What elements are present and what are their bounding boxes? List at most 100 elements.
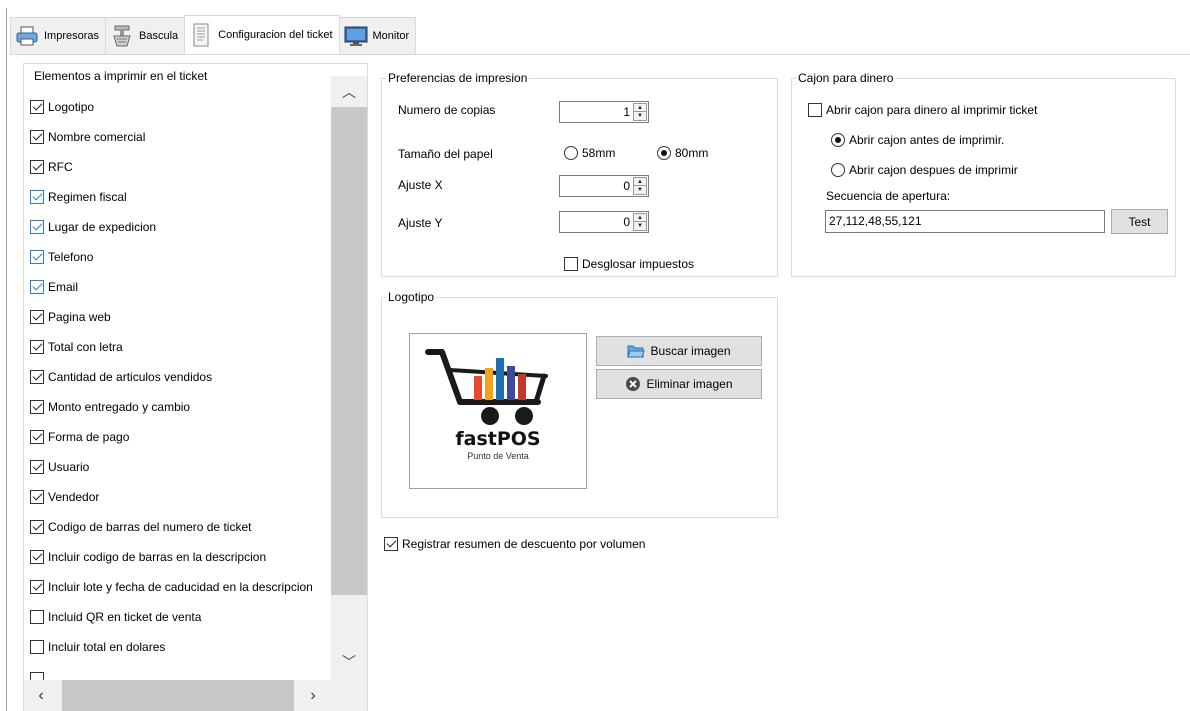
radio-label: Abrir cajon despues de imprimir xyxy=(849,163,1018,177)
tab-configuracion-ticket[interactable]: Configuracion del ticket xyxy=(184,15,340,54)
search-image-button[interactable]: Buscar imagen xyxy=(596,336,762,366)
delete-image-button[interactable]: Eliminar imagen xyxy=(596,369,762,399)
paper-80mm-option[interactable]: 80mm xyxy=(657,146,708,160)
checkbox-checked[interactable] xyxy=(30,550,44,564)
checkbox-checked[interactable] xyxy=(30,580,44,594)
list-item[interactable]: Incluir lote y fecha de caducidad en la … xyxy=(30,577,313,597)
radio-selected[interactable] xyxy=(831,133,845,147)
brand-name: fastPOS xyxy=(455,428,541,450)
checkbox-checked[interactable] xyxy=(30,460,44,474)
checkbox-unchecked[interactable] xyxy=(564,257,578,271)
paper-58mm-option[interactable]: 58mm xyxy=(564,146,615,160)
list-item[interactable]: Usuario xyxy=(30,457,89,477)
checkbox-checked[interactable] xyxy=(30,220,44,234)
scale-icon xyxy=(110,24,134,48)
list-item[interactable]: Email xyxy=(30,277,78,297)
open-before-print-option[interactable]: Abrir cajon antes de imprimir. xyxy=(831,133,1004,147)
scroll-left-icon[interactable]: ‹ xyxy=(26,680,56,711)
printer-icon xyxy=(15,24,39,48)
radio-selected[interactable] xyxy=(657,146,671,160)
radio-label: 80mm xyxy=(675,146,709,160)
list-item-label: Monto entregado y cambio xyxy=(48,400,191,414)
scroll-down-icon[interactable]: ﹀ xyxy=(331,650,367,674)
tab-impresoras[interactable]: Impresoras xyxy=(10,17,107,54)
list-item[interactable]: Lugar de expedicion xyxy=(30,217,156,237)
opening-sequence-input[interactable]: 27,112,48,55,121 xyxy=(825,210,1105,233)
checkbox-checked[interactable] xyxy=(30,160,44,174)
checkbox-checked[interactable] xyxy=(30,190,44,204)
list-item-label: Regimen fiscal xyxy=(48,190,127,204)
checkbox-checked[interactable] xyxy=(30,520,44,534)
checkbox-checked[interactable] xyxy=(30,130,44,144)
list-item[interactable]: Incluid QR en ticket de venta xyxy=(30,607,201,627)
list-item[interactable]: Pagina web xyxy=(30,307,111,327)
tab-bascula[interactable]: Bascula xyxy=(105,17,186,54)
list-item[interactable]: Codigo de barras del numero de ticket xyxy=(30,517,251,537)
radio-unselected[interactable] xyxy=(831,163,845,177)
list-item[interactable]: Monto entregado y cambio xyxy=(30,397,190,417)
adjust-y-label: Ajuste Y xyxy=(398,216,443,230)
open-drawer-on-print-checkbox[interactable]: Abrir cajon para dinero al imprimir tick… xyxy=(808,103,1037,117)
copies-stepper[interactable]: 1 ▲ ▼ xyxy=(559,101,649,123)
scroll-thumb[interactable] xyxy=(331,107,367,595)
scroll-up-icon[interactable]: ︿ xyxy=(331,80,367,104)
tab-strip: Impresoras Bascula Configuracion del tic… xyxy=(10,15,417,54)
adjust-x-label: Ajuste X xyxy=(398,178,443,192)
stepper-up-icon[interactable]: ▲ xyxy=(634,214,646,222)
radio-unselected[interactable] xyxy=(564,146,578,160)
checkbox-unchecked[interactable] xyxy=(30,640,44,654)
checkbox-checked[interactable] xyxy=(30,310,44,324)
adjust-x-stepper[interactable]: 0 ▲ ▼ xyxy=(559,175,649,197)
list-item[interactable]: Regimen fiscal xyxy=(30,187,127,207)
open-after-print-option[interactable]: Abrir cajon despues de imprimir xyxy=(831,163,1018,177)
list-item-label: Telefono xyxy=(48,250,94,264)
logo-preview: fastPOS Punto de Venta xyxy=(409,333,587,489)
radio-label: 58mm xyxy=(582,146,616,160)
copies-label: Numero de copias xyxy=(398,103,496,117)
checkbox-unchecked[interactable] xyxy=(30,610,44,624)
checkbox-unchecked[interactable] xyxy=(808,103,822,117)
checkbox-checked[interactable] xyxy=(30,430,44,444)
adjust-y-stepper[interactable]: 0 ▲ ▼ xyxy=(559,211,649,233)
checkbox-checked[interactable] xyxy=(30,100,44,114)
list-item-label: Total con letra xyxy=(48,340,123,354)
list-item[interactable]: Vendedor xyxy=(30,487,99,507)
stepper-down-icon[interactable]: ▼ xyxy=(634,186,646,194)
list-item-label: Usuario xyxy=(48,460,90,474)
folder-open-icon xyxy=(627,343,646,359)
discount-summary-label: Registrar resumen de descuento por volum… xyxy=(402,537,646,551)
list-item[interactable]: Cantidad de articulos vendidos xyxy=(30,367,212,387)
list-item[interactable]: Forma de pago xyxy=(30,427,129,447)
checkbox-checked[interactable] xyxy=(30,490,44,504)
vertical-scrollbar[interactable]: ︿ ﹀ xyxy=(331,76,367,680)
checkbox-checked[interactable] xyxy=(30,340,44,354)
checkbox-checked[interactable] xyxy=(30,400,44,414)
scroll-thumb[interactable] xyxy=(62,680,294,711)
checkbox-checked[interactable] xyxy=(30,280,44,294)
checkbox-checked[interactable] xyxy=(384,537,398,551)
stepper-up-icon[interactable]: ▲ xyxy=(634,178,646,186)
tab-monitor[interactable]: Monitor xyxy=(338,17,417,54)
list-item-label: Email xyxy=(48,280,79,294)
list-item[interactable]: Total con letra xyxy=(30,337,123,357)
breakdown-taxes-checkbox[interactable]: Desglosar impuestos xyxy=(564,257,694,271)
stepper-down-icon[interactable]: ▼ xyxy=(634,222,646,230)
checkbox-checked[interactable] xyxy=(30,250,44,264)
stepper-buttons[interactable]: ▲ ▼ xyxy=(633,103,647,121)
stepper-buttons[interactable]: ▲ ▼ xyxy=(633,213,647,231)
stepper-down-icon[interactable]: ▼ xyxy=(634,112,646,120)
list-item[interactable]: RFC xyxy=(30,157,73,177)
test-button[interactable]: Test xyxy=(1111,209,1168,234)
stepper-buttons[interactable]: ▲ ▼ xyxy=(633,177,647,195)
discount-summary-checkbox[interactable]: Registrar resumen de descuento por volum… xyxy=(384,537,645,551)
checkbox-checked[interactable] xyxy=(30,370,44,384)
list-item[interactable]: Telefono xyxy=(30,247,93,267)
horizontal-scrollbar[interactable]: ‹ › xyxy=(24,680,367,711)
elements-checklist[interactable]: Logotipo Nombre comercial RFC Regimen fi… xyxy=(30,94,330,682)
list-item[interactable]: Nombre comercial xyxy=(30,127,145,147)
scroll-right-icon[interactable]: › xyxy=(298,680,328,711)
list-item[interactable]: Incluir total en dolares xyxy=(30,637,165,657)
list-item[interactable]: Logotipo xyxy=(30,97,94,117)
stepper-up-icon[interactable]: ▲ xyxy=(634,104,646,112)
list-item[interactable]: Incluir codigo de barras en la descripci… xyxy=(30,547,266,567)
